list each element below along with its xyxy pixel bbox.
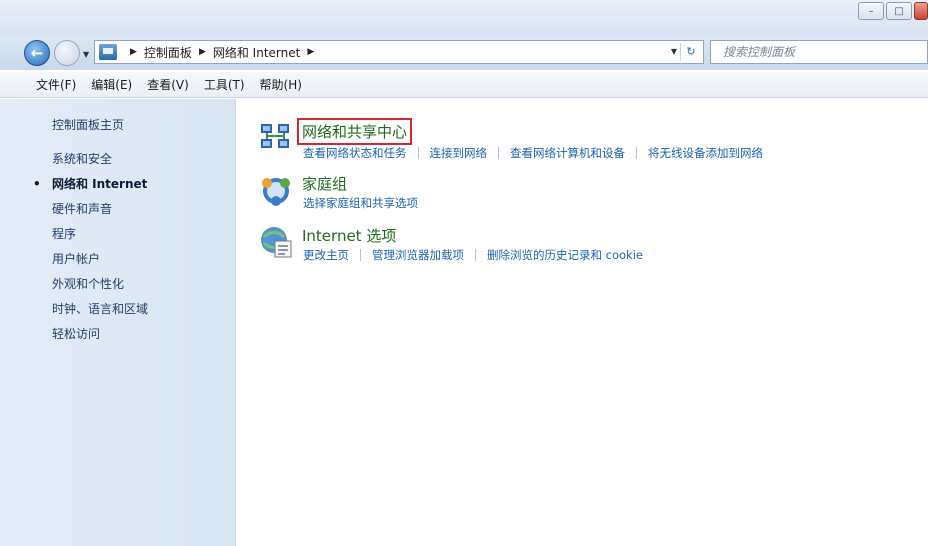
recent-pages-dropdown[interactable]: ▼	[83, 50, 89, 59]
homegroup-icon	[262, 178, 290, 206]
internet-options-link[interactable]: Internet 选项	[302, 225, 396, 246]
navigation-bar: ← ▼ ▶ 控制面板 ▶ 网络和 Internet ▶ ▼ ↻	[0, 36, 928, 70]
refresh-button[interactable]: ↻	[680, 43, 701, 61]
menu-file[interactable]: 文件(F)	[36, 76, 76, 93]
link-separator	[475, 249, 476, 261]
sidebar-item-network-internet[interactable]: 网络和 Internet	[33, 177, 148, 202]
view-network-status-link[interactable]: 查看网络状态和任务	[303, 145, 407, 161]
main-content: 网络和共享中心 查看网络状态和任务 连接到网络 查看网络计算机和设备 将无线设备…	[236, 99, 928, 546]
menu-edit[interactable]: 编辑(E)	[91, 76, 132, 93]
change-homepage-link[interactable]: 更改主页	[303, 247, 349, 263]
close-button[interactable]	[914, 2, 928, 20]
breadcrumb-control-panel[interactable]: 控制面板	[144, 44, 192, 61]
search-box[interactable]	[710, 40, 928, 64]
network-sharing-links: 查看网络状态和任务 连接到网络 查看网络计算机和设备 将无线设备添加到网络	[303, 145, 763, 161]
sidebar-item-clock-language-region[interactable]: 时钟、语言和区域	[52, 302, 148, 327]
control-panel-home-link[interactable]: 控制面板主页	[52, 116, 124, 133]
address-dropdown-icon[interactable]: ▼	[671, 47, 677, 56]
link-separator	[498, 147, 499, 159]
menu-view[interactable]: 查看(V)	[147, 76, 189, 93]
menu-tools[interactable]: 工具(T)	[204, 76, 245, 93]
left-navigation-pane: 控制面板主页 系统和安全 网络和 Internet 硬件和声音 程序 用户帐户 …	[0, 99, 236, 546]
link-separator	[360, 249, 361, 261]
search-input[interactable]	[721, 44, 895, 60]
network-sharing-center-link[interactable]: 网络和共享中心	[296, 118, 413, 145]
internet-options-links: 更改主页 管理浏览器加载项 删除浏览的历史记录和 cookie	[303, 247, 643, 263]
back-arrow-icon: ←	[30, 44, 44, 62]
homegroup-links: 选择家庭组和共享选项	[303, 195, 418, 211]
homegroup-link[interactable]: 家庭组	[302, 173, 347, 194]
sidebar-item-appearance[interactable]: 外观和个性化	[52, 277, 148, 302]
caption-buttons: – □	[858, 2, 928, 20]
window-titlebar: – □	[0, 0, 928, 36]
control-panel-icon	[99, 44, 117, 60]
link-separator	[417, 147, 419, 159]
breadcrumb-arrow-icon[interactable]: ▶	[199, 47, 206, 57]
sidebar-item-user-accounts[interactable]: 用户帐户	[52, 252, 148, 277]
manage-addons-link[interactable]: 管理浏览器加载项	[372, 247, 464, 263]
sidebar-item-ease-of-access[interactable]: 轻松访问	[52, 327, 148, 352]
delete-history-link[interactable]: 删除浏览的历史记录和 cookie	[487, 247, 643, 263]
maximize-button[interactable]: □	[886, 2, 912, 20]
internet-options-icon	[261, 227, 292, 258]
forward-button[interactable]	[54, 40, 80, 66]
sidebar-item-hardware-sound[interactable]: 硬件和声音	[52, 202, 148, 227]
address-bar[interactable]: ▶ 控制面板 ▶ 网络和 Internet ▶ ▼ ↻	[94, 40, 704, 64]
category-list: 系统和安全 网络和 Internet 硬件和声音 程序 用户帐户 外观和个性化 …	[33, 152, 148, 352]
breadcrumb-arrow-icon[interactable]: ▶	[130, 47, 137, 57]
homegroup-sharing-options-link[interactable]: 选择家庭组和共享选项	[303, 195, 418, 211]
sidebar-item-system-security[interactable]: 系统和安全	[52, 152, 148, 177]
connect-to-network-link[interactable]: 连接到网络	[430, 145, 488, 161]
back-button[interactable]: ←	[24, 40, 50, 66]
menu-help[interactable]: 帮助(H)	[260, 76, 302, 93]
network-sharing-icon	[261, 124, 289, 148]
breadcrumb-network-internet[interactable]: 网络和 Internet	[213, 44, 300, 61]
view-network-computers-link[interactable]: 查看网络计算机和设备	[510, 145, 625, 161]
sidebar-item-programs[interactable]: 程序	[52, 227, 148, 252]
link-separator	[636, 147, 637, 159]
minimize-button[interactable]: –	[858, 2, 884, 20]
add-wireless-device-link[interactable]: 将无线设备添加到网络	[648, 145, 763, 161]
menu-bar: 文件(F) 编辑(E) 查看(V) 工具(T) 帮助(H)	[0, 72, 928, 98]
breadcrumb-arrow-icon[interactable]: ▶	[307, 47, 314, 57]
